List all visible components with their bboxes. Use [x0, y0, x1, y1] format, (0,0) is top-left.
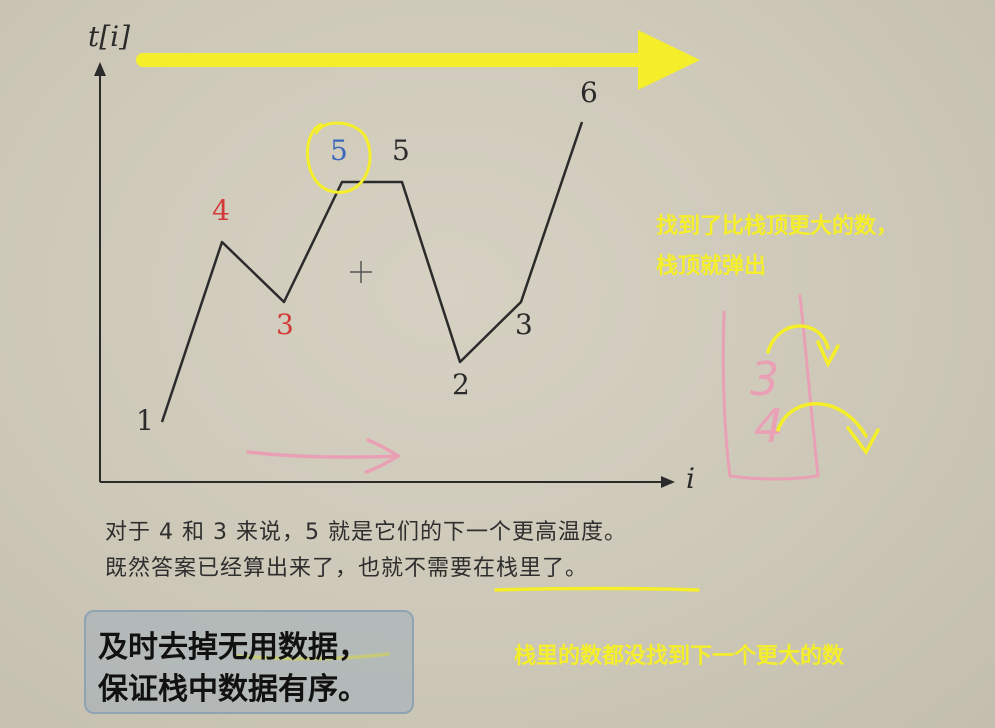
stack-value-3: 3	[750, 352, 779, 406]
point-label-7: 3	[515, 308, 533, 341]
caption-underline	[494, 586, 700, 592]
caption-line2: 既然答案已经算出来了，也就不需要在栈里了。	[105, 556, 589, 581]
point-label-1: 1	[136, 404, 154, 437]
point-label-6: 2	[452, 368, 470, 401]
x-axis-label: i	[686, 462, 695, 495]
callout-line1: 及时去掉无用数据，	[98, 630, 368, 665]
x-axis-arrow-icon	[661, 476, 675, 488]
point-label-8: 6	[580, 76, 598, 109]
crosshair-cursor-icon	[350, 261, 372, 283]
yellow-arrowhead-icon	[638, 30, 700, 90]
pop-arrows	[766, 324, 880, 456]
point-label-4: 5	[330, 134, 348, 167]
point-label-5: 5	[392, 134, 410, 167]
pink-sketch-arrow	[246, 438, 402, 474]
y-axis-arrow-icon	[94, 62, 106, 76]
callout-line2: 保证栈中数据有序。	[98, 672, 368, 707]
point-label-2: 4	[212, 194, 230, 227]
note-pop-line2: 栈顶就弹出	[656, 254, 767, 279]
note-stack: 栈里的数都没找到下一个更大的数	[514, 644, 845, 669]
point-label-3: 3	[276, 308, 294, 341]
caption-line1: 对于 4 和 3 来说，5 就是它们的下一个更高温度。	[105, 520, 627, 545]
callout-box: 及时去掉无用数据， 保证栈中数据有序。	[84, 610, 414, 714]
point-labels: 1 4 3 5 5 2 3 6	[136, 76, 598, 437]
note-pop-line1: 找到了比栈顶更大的数，	[656, 214, 899, 239]
y-axis-label: t[i]	[88, 20, 130, 53]
